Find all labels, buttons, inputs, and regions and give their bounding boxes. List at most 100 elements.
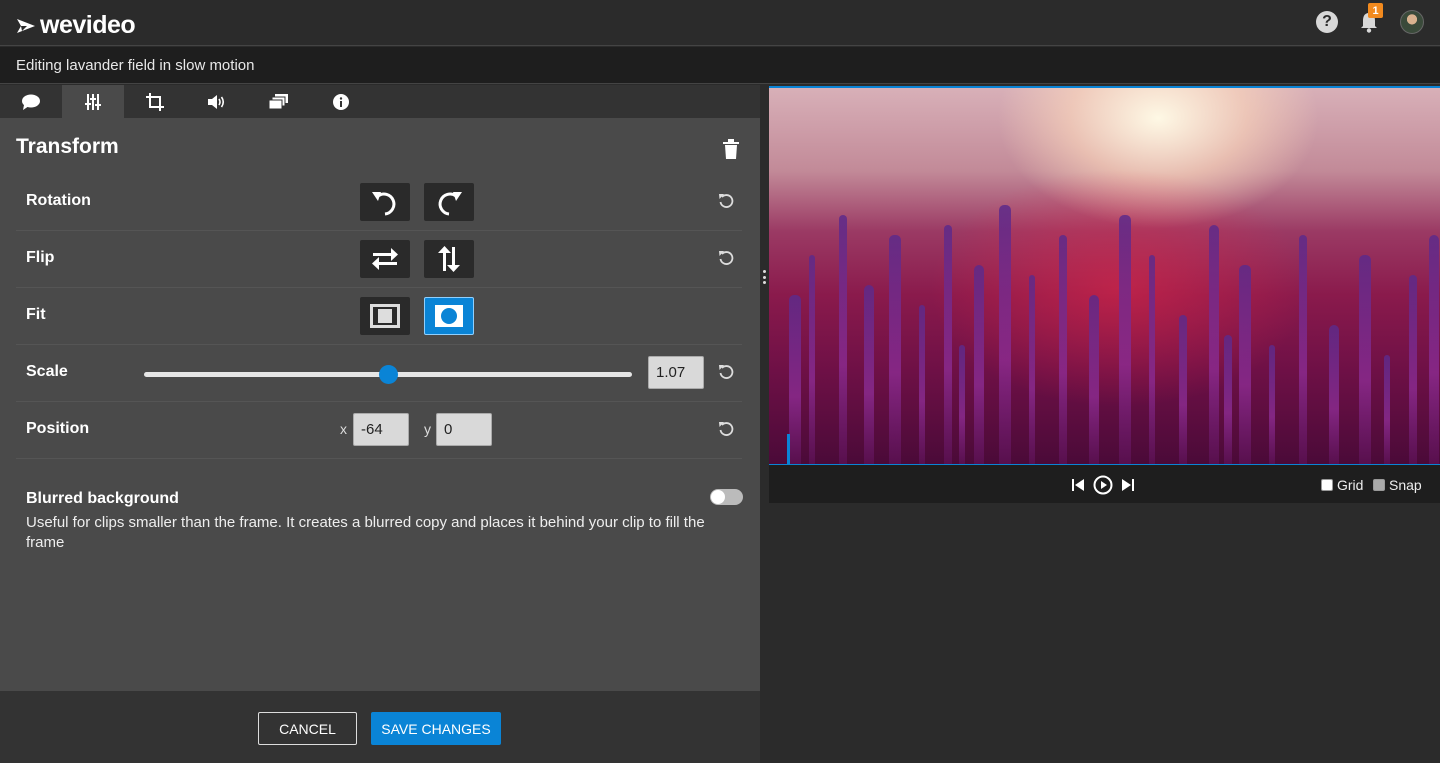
lavender-stem xyxy=(809,255,815,465)
rotate-left-button[interactable] xyxy=(360,183,410,221)
flip-row: Flip xyxy=(16,231,742,288)
lavender-stem xyxy=(959,345,965,465)
tab-adjust[interactable] xyxy=(62,85,124,118)
panel-footer: CANCEL SAVE CHANGES xyxy=(0,691,760,763)
rotation-row: Rotation xyxy=(16,174,742,231)
flip-vertical-button[interactable] xyxy=(424,240,474,278)
scale-row: Scale 1.07 xyxy=(16,345,742,402)
fit-contain-button[interactable] xyxy=(360,297,410,335)
lavender-stem xyxy=(1384,355,1390,465)
logo-text: wevideo xyxy=(40,11,136,39)
skip-back-icon[interactable] xyxy=(1071,478,1085,492)
editing-title: Editing lavander field in slow motion xyxy=(16,57,255,74)
sliders-icon xyxy=(85,93,101,110)
lavender-stem xyxy=(1239,265,1251,465)
flip-label: Flip xyxy=(26,249,55,266)
rotate-right-icon xyxy=(438,192,462,216)
fit-label: Fit xyxy=(26,306,46,323)
flip-vertical-icon xyxy=(438,246,460,272)
rotate-right-button[interactable] xyxy=(424,183,474,221)
playback-controls: Grid Snap xyxy=(769,465,1440,503)
cancel-button[interactable]: CANCEL xyxy=(258,712,357,745)
video-preview[interactable] xyxy=(769,86,1440,465)
position-y-label: y xyxy=(424,421,431,437)
tab-comments[interactable] xyxy=(0,85,62,118)
rotate-left-icon xyxy=(372,192,396,216)
fit-fill-icon xyxy=(435,305,463,327)
notifications-bell-icon[interactable]: 1 xyxy=(1358,3,1383,34)
scale-value-input[interactable]: 1.07 xyxy=(648,356,704,389)
playhead-marker[interactable] xyxy=(787,434,790,465)
snap-label: Snap xyxy=(1389,477,1422,493)
delete-trash-icon[interactable] xyxy=(722,139,740,159)
reset-flip-icon[interactable] xyxy=(718,250,734,266)
tab-layers[interactable] xyxy=(248,85,310,118)
lavender-stem xyxy=(944,225,952,465)
lavender-stem xyxy=(889,235,901,465)
lavender-stem xyxy=(999,205,1011,465)
reset-rotation-icon[interactable] xyxy=(718,193,734,209)
panel-tabs xyxy=(0,85,760,118)
grid-label: Grid xyxy=(1337,477,1364,493)
rotation-label: Rotation xyxy=(26,192,91,209)
help-icon[interactable]: ? xyxy=(1316,11,1338,33)
wevideo-logo[interactable]: wevideo xyxy=(16,11,136,40)
lavender-stem xyxy=(919,305,925,465)
lavender-stem xyxy=(1359,255,1371,465)
notification-badge: 1 xyxy=(1368,3,1383,18)
position-y-input[interactable]: 0 xyxy=(436,413,492,446)
lavender-stem xyxy=(974,265,984,465)
play-icon[interactable] xyxy=(1093,475,1113,495)
scale-label: Scale xyxy=(26,363,68,380)
crop-icon xyxy=(146,92,164,111)
position-label: Position xyxy=(26,420,90,437)
position-row: Position x -64 y 0 xyxy=(16,402,742,459)
lavender-stem xyxy=(1029,275,1035,465)
lavender-stem xyxy=(1269,345,1275,465)
position-x-input[interactable]: -64 xyxy=(353,413,409,446)
blurred-background-toggle[interactable] xyxy=(710,489,743,505)
snap-checkbox-box[interactable] xyxy=(1373,479,1385,491)
grid-checkbox-box[interactable] xyxy=(1321,479,1333,491)
snap-checkbox[interactable]: Snap xyxy=(1373,477,1422,493)
transform-title: Transform xyxy=(16,135,119,158)
lavender-stem xyxy=(1089,295,1099,465)
lavender-stem xyxy=(1299,235,1307,465)
tab-audio[interactable] xyxy=(186,85,248,118)
reset-scale-icon[interactable] xyxy=(718,364,734,380)
blurred-background-description: Useful for clips smaller than the frame.… xyxy=(26,514,705,551)
user-avatar[interactable] xyxy=(1400,10,1424,34)
position-x-label: x xyxy=(340,421,347,437)
flip-horizontal-icon xyxy=(372,248,398,270)
tab-info[interactable] xyxy=(310,85,372,118)
layers-icon xyxy=(269,93,288,109)
lavender-stem xyxy=(1179,315,1187,465)
logo-arrow-icon xyxy=(17,18,35,33)
lavender-stem xyxy=(1329,325,1339,465)
fit-fill-button[interactable] xyxy=(424,297,474,335)
tab-crop[interactable] xyxy=(124,85,186,118)
lavender-stem xyxy=(1224,335,1232,465)
lavender-stem xyxy=(1149,255,1155,465)
lavender-stem xyxy=(1209,225,1219,465)
fit-row: Fit xyxy=(16,288,742,345)
lavender-stem xyxy=(1429,235,1439,465)
flip-horizontal-button[interactable] xyxy=(360,240,410,278)
scale-slider-handle[interactable] xyxy=(378,365,398,384)
reset-position-icon[interactable] xyxy=(718,421,734,437)
blurred-background-title: Blurred background xyxy=(26,490,179,507)
speech-bubble-icon xyxy=(22,94,40,110)
lavender-stem xyxy=(1409,275,1417,465)
properties-panel: Transform Rotation Flip Fit Scale 1.07 P… xyxy=(0,85,760,763)
panel-resize-handle[interactable] xyxy=(762,270,766,284)
lavender-stem xyxy=(1119,215,1131,465)
lavender-stem xyxy=(789,295,801,465)
info-icon xyxy=(333,93,349,110)
top-bar: wevideo ? 1 xyxy=(0,0,1440,46)
volume-icon xyxy=(208,94,225,109)
lavender-stem xyxy=(1059,235,1067,465)
save-changes-button[interactable]: SAVE CHANGES xyxy=(371,712,501,745)
lavender-stem xyxy=(864,285,874,465)
skip-forward-icon[interactable] xyxy=(1121,478,1135,492)
grid-checkbox[interactable]: Grid xyxy=(1321,477,1363,493)
